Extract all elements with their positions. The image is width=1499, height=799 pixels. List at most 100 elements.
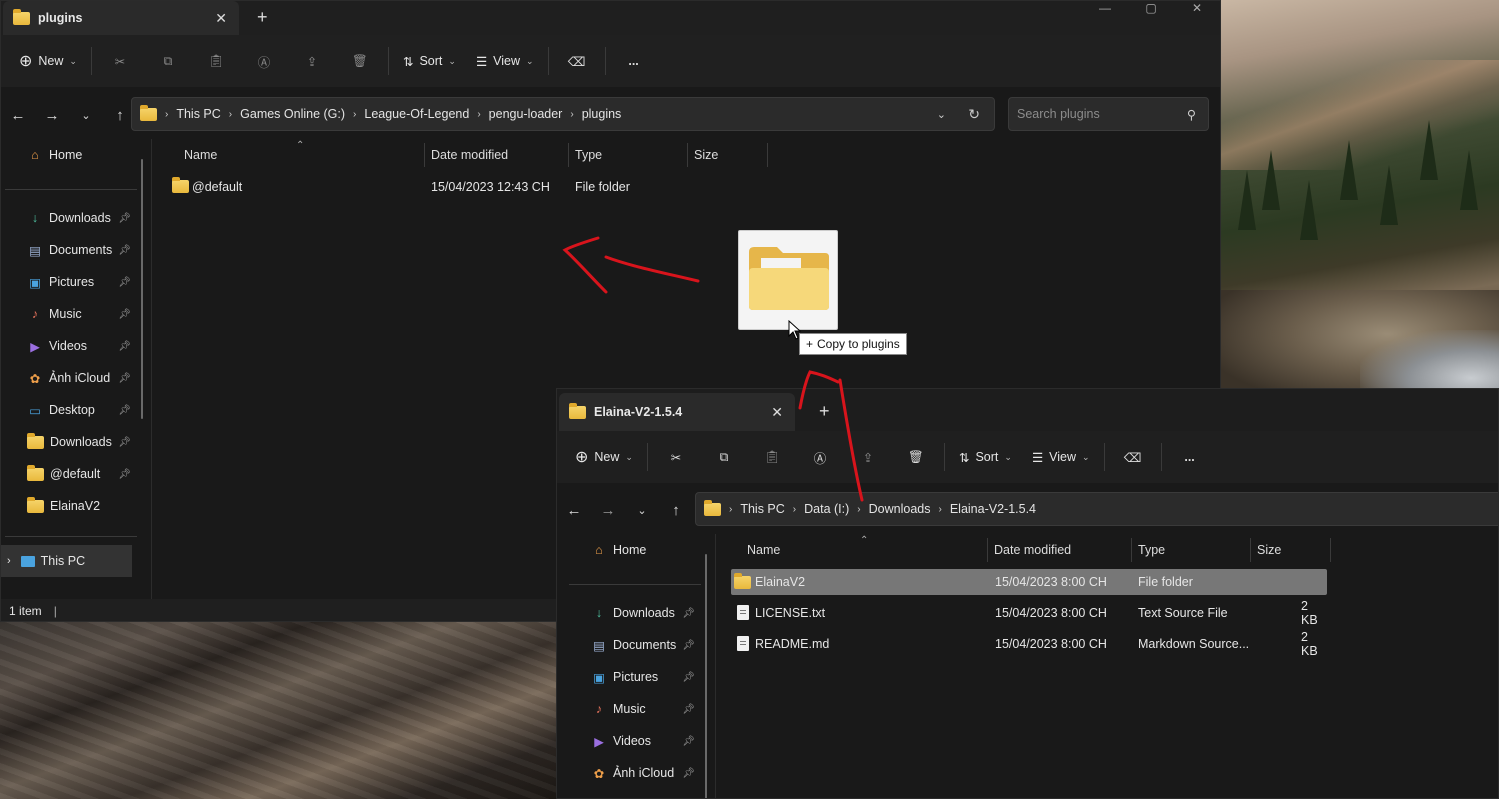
forward-arrow-icon[interactable]: → (591, 502, 625, 519)
breadcrumb[interactable]: Downloads (869, 502, 931, 516)
sidebar-item-videos[interactable]: ▶ Videos 📌︎ (565, 725, 715, 757)
view-button[interactable]: ☰ View ⌄ (1022, 440, 1100, 474)
column-type[interactable]: Type (1138, 543, 1165, 557)
tab-plugins[interactable]: plugins ✕ (3, 1, 239, 35)
sidebar-item-label: Documents (613, 638, 677, 652)
sidebar-item-@default[interactable]: @default 📌︎ (1, 458, 151, 490)
breadcrumb[interactable]: plugins (582, 107, 622, 121)
recent-locations-chevron-icon[interactable]: ⌄ (625, 504, 659, 517)
column-type[interactable]: Type (575, 148, 602, 162)
plus-circle-icon: ⊕ (19, 53, 33, 70)
copy-button[interactable]: ⧉ (144, 44, 192, 78)
delete-button[interactable]: 🗑︎ (892, 440, 940, 474)
sidebar-item-videos[interactable]: ▶ Videos 📌︎ (1, 330, 151, 362)
title-bar[interactable]: plugins ✕ + — ▢ ✕ (1, 1, 1220, 35)
back-arrow-icon[interactable]: ← (557, 502, 591, 519)
delete-button[interactable]: 🗑︎ (336, 44, 384, 78)
column-name[interactable]: Name (184, 148, 217, 162)
sidebar-item-music[interactable]: ♪ Music 📌︎ (565, 693, 715, 725)
new-button[interactable]: ⊕ New ⌄ (565, 440, 643, 474)
close-tab-icon[interactable]: ✕ (215, 10, 227, 27)
sidebar-item-pictures[interactable]: ▣ Pictures 📌︎ (565, 661, 715, 693)
sidebar-item-label: Videos (49, 339, 87, 353)
sidebar-item-music[interactable]: ♪ Music 📌︎ (1, 298, 151, 330)
breadcrumb[interactable]: This PC (176, 107, 220, 121)
column-name[interactable]: Name (747, 543, 780, 557)
share-button[interactable]: ⇪ (288, 44, 336, 78)
column-size[interactable]: Size (1257, 543, 1281, 557)
refresh-icon[interactable]: ↻ (968, 106, 980, 123)
column-size[interactable]: Size (694, 148, 718, 162)
more-options-button[interactable]: ... (610, 44, 658, 78)
view-button[interactable]: ☰ View ⌄ (466, 44, 544, 78)
filter-button[interactable]: ⌫ (1109, 440, 1157, 474)
address-bar[interactable]: › This PC › Games Online (G:) › League-O… (131, 97, 995, 131)
sort-button[interactable]: ⇅ Sort ⌄ (949, 440, 1022, 474)
sidebar-item-home[interactable]: ⌂ Home (565, 534, 715, 566)
sidebar-item-label: Ảnh iCloud (613, 766, 675, 780)
new-button[interactable]: ⊕ New ⌄ (9, 44, 87, 78)
breadcrumb[interactable]: pengu-loader (489, 107, 563, 121)
maximize-button[interactable]: ▢ (1128, 1, 1174, 17)
pin-icon: 📌︎ (118, 372, 131, 384)
divider (569, 584, 701, 585)
address-bar[interactable]: › This PC › Data (I:) › Downloads › Elai… (695, 492, 1498, 526)
file-name: LICENSE.txt (755, 606, 826, 620)
table-row[interactable]: LICENSE.txt 15/04/2023 8:00 CH Text Source… (731, 599, 1327, 627)
eraser-icon: ⌫ (1123, 450, 1142, 465)
search-input[interactable]: Search plugins ⚲ (1008, 97, 1209, 131)
tab-elaina[interactable]: Elaina-V2-1.5.4 ✕ (559, 393, 795, 431)
table-row[interactable]: README.md 15/04/2023 8:00 CH Markdown Sour… (731, 630, 1327, 658)
sort-button[interactable]: ⇅ Sort ⌄ (393, 44, 466, 78)
sidebar-item-home[interactable]: ⌂ Home (1, 139, 151, 171)
sidebar-scrollbar[interactable] (141, 159, 143, 419)
share-button[interactable]: ⇪ (844, 440, 892, 474)
new-label: New (38, 54, 64, 68)
sidebar-item-downloads[interactable]: ↓ Downloads 📌︎ (1, 202, 151, 234)
forward-arrow-icon[interactable]: → (35, 107, 69, 124)
breadcrumb[interactable]: Data (I:) (804, 502, 849, 516)
file-type: Markdown Source... (1138, 637, 1250, 651)
sidebar-scrollbar[interactable] (705, 554, 707, 798)
column-date-modified[interactable]: Date modified (994, 543, 1071, 557)
recent-locations-chevron-icon[interactable]: ⌄ (69, 109, 103, 122)
up-arrow-icon[interactable]: ↑ (659, 502, 693, 519)
title-bar[interactable]: Elaina-V2-1.5.4 ✕ + (557, 389, 1498, 431)
address-dropdown-icon[interactable]: ⌄ (937, 108, 946, 121)
back-arrow-icon[interactable]: ← (1, 107, 35, 124)
sidebar-item-downloads[interactable]: Downloads 📌︎ (1, 426, 151, 458)
sidebar-item-desktop[interactable]: ▭ Desktop 📌︎ (1, 394, 151, 426)
table-row[interactable]: @default 15/04/2023 12:43 CH File folder (167, 174, 767, 200)
more-options-button[interactable]: ... (1166, 440, 1214, 474)
new-tab-button[interactable]: + (819, 401, 830, 422)
close-window-button[interactable]: ✕ (1174, 1, 1220, 17)
sidebar-item-downloads[interactable]: ↓ Downloads 📌︎ (565, 597, 715, 629)
sidebar-item--nh-icloud[interactable]: ✿ Ảnh iCloud 📌︎ (1, 362, 151, 394)
paste-button[interactable]: 📋︎ (192, 44, 240, 78)
sidebar-item-pictures[interactable]: ▣ Pictures 📌︎ (1, 266, 151, 298)
sidebar-item-elainav2[interactable]: ElainaV2 (1, 490, 151, 522)
cut-button[interactable]: ✂ (652, 440, 700, 474)
sidebar-item-this-pc[interactable]: › This PC (1, 545, 132, 577)
filter-button[interactable]: ⌫ (553, 44, 601, 78)
column-date-modified[interactable]: Date modified (431, 148, 508, 162)
cut-button[interactable]: ✂ (96, 44, 144, 78)
paste-button[interactable]: 📋︎ (748, 440, 796, 474)
close-tab-icon[interactable]: ✕ (771, 404, 783, 421)
breadcrumb[interactable]: League-Of-Legend (364, 107, 469, 121)
breadcrumb[interactable]: This PC (740, 502, 784, 516)
sidebar-item-label: Home (49, 148, 83, 162)
rename-button[interactable]: Ⓐ (796, 440, 844, 474)
sidebar-item-documents[interactable]: ▤ Documents 📌︎ (1, 234, 151, 266)
tab-title: Elaina-V2-1.5.4 (594, 405, 683, 419)
trash-icon: 🗑︎ (908, 449, 924, 464)
minimize-button[interactable]: — (1082, 1, 1128, 17)
sidebar-item--nh-icloud[interactable]: ✿ Ảnh iCloud 📌︎ (565, 757, 715, 789)
rename-button[interactable]: Ⓐ (240, 44, 288, 78)
new-tab-button[interactable]: + (257, 7, 268, 28)
copy-button[interactable]: ⧉ (700, 440, 748, 474)
breadcrumb[interactable]: Games Online (G:) (240, 107, 345, 121)
breadcrumb[interactable]: Elaina-V2-1.5.4 (950, 502, 1036, 516)
sidebar-item-documents[interactable]: ▤ Documents 📌︎ (565, 629, 715, 661)
table-row[interactable]: ElainaV2 15/04/2023 8:00 CH File folder (731, 569, 1327, 595)
